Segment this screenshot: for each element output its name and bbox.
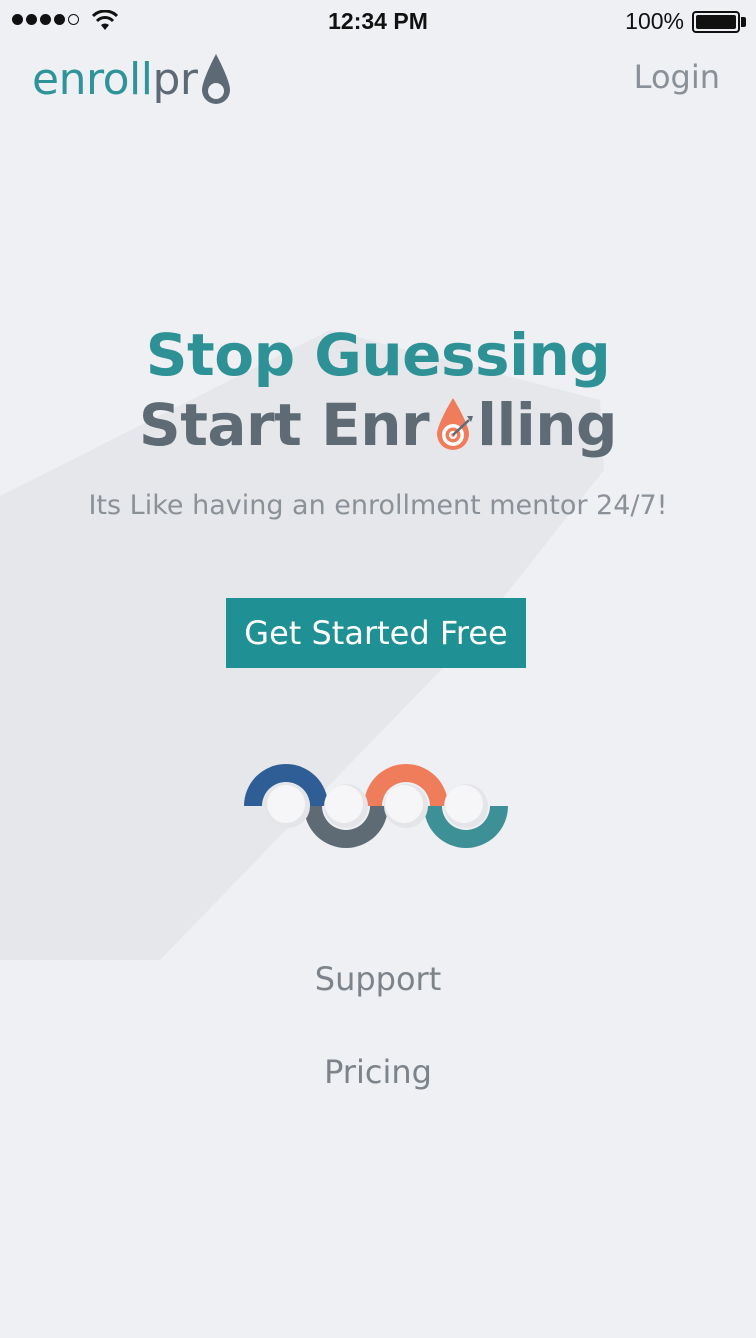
battery-percent: 100% xyxy=(625,8,684,34)
login-link[interactable]: Login xyxy=(634,58,720,96)
hero-long-shadow xyxy=(0,330,604,960)
logo-pro-text: pr xyxy=(152,54,198,105)
hero-tagline: Its Like having an enrollment mentor 24/… xyxy=(88,490,668,521)
pricing-link[interactable]: Pricing xyxy=(0,1053,756,1091)
battery-cap xyxy=(741,17,746,27)
status-bar: 12:34 PM 100% xyxy=(0,0,756,44)
headline-line-1: Stop Guessing xyxy=(145,321,611,389)
logo-droplet-icon xyxy=(202,54,231,104)
headline-line-2: Start Enr lling xyxy=(138,390,618,460)
get-started-button[interactable]: Get Started Free xyxy=(226,598,526,668)
headline-line-2-start: Start Enr xyxy=(138,391,430,459)
app-header: enroll pr Login xyxy=(0,44,756,124)
target-droplet-icon xyxy=(437,398,474,450)
hero-headline: Stop Guessing Start Enr lling xyxy=(0,320,756,460)
support-link[interactable]: Support xyxy=(0,960,756,998)
process-steps-graphic xyxy=(244,764,508,848)
enrollpro-logo[interactable]: enroll pr xyxy=(32,50,234,110)
battery-icon xyxy=(692,11,740,33)
headline-line-2-end: lling xyxy=(477,391,618,459)
logo-enroll-text: enroll xyxy=(32,54,153,105)
